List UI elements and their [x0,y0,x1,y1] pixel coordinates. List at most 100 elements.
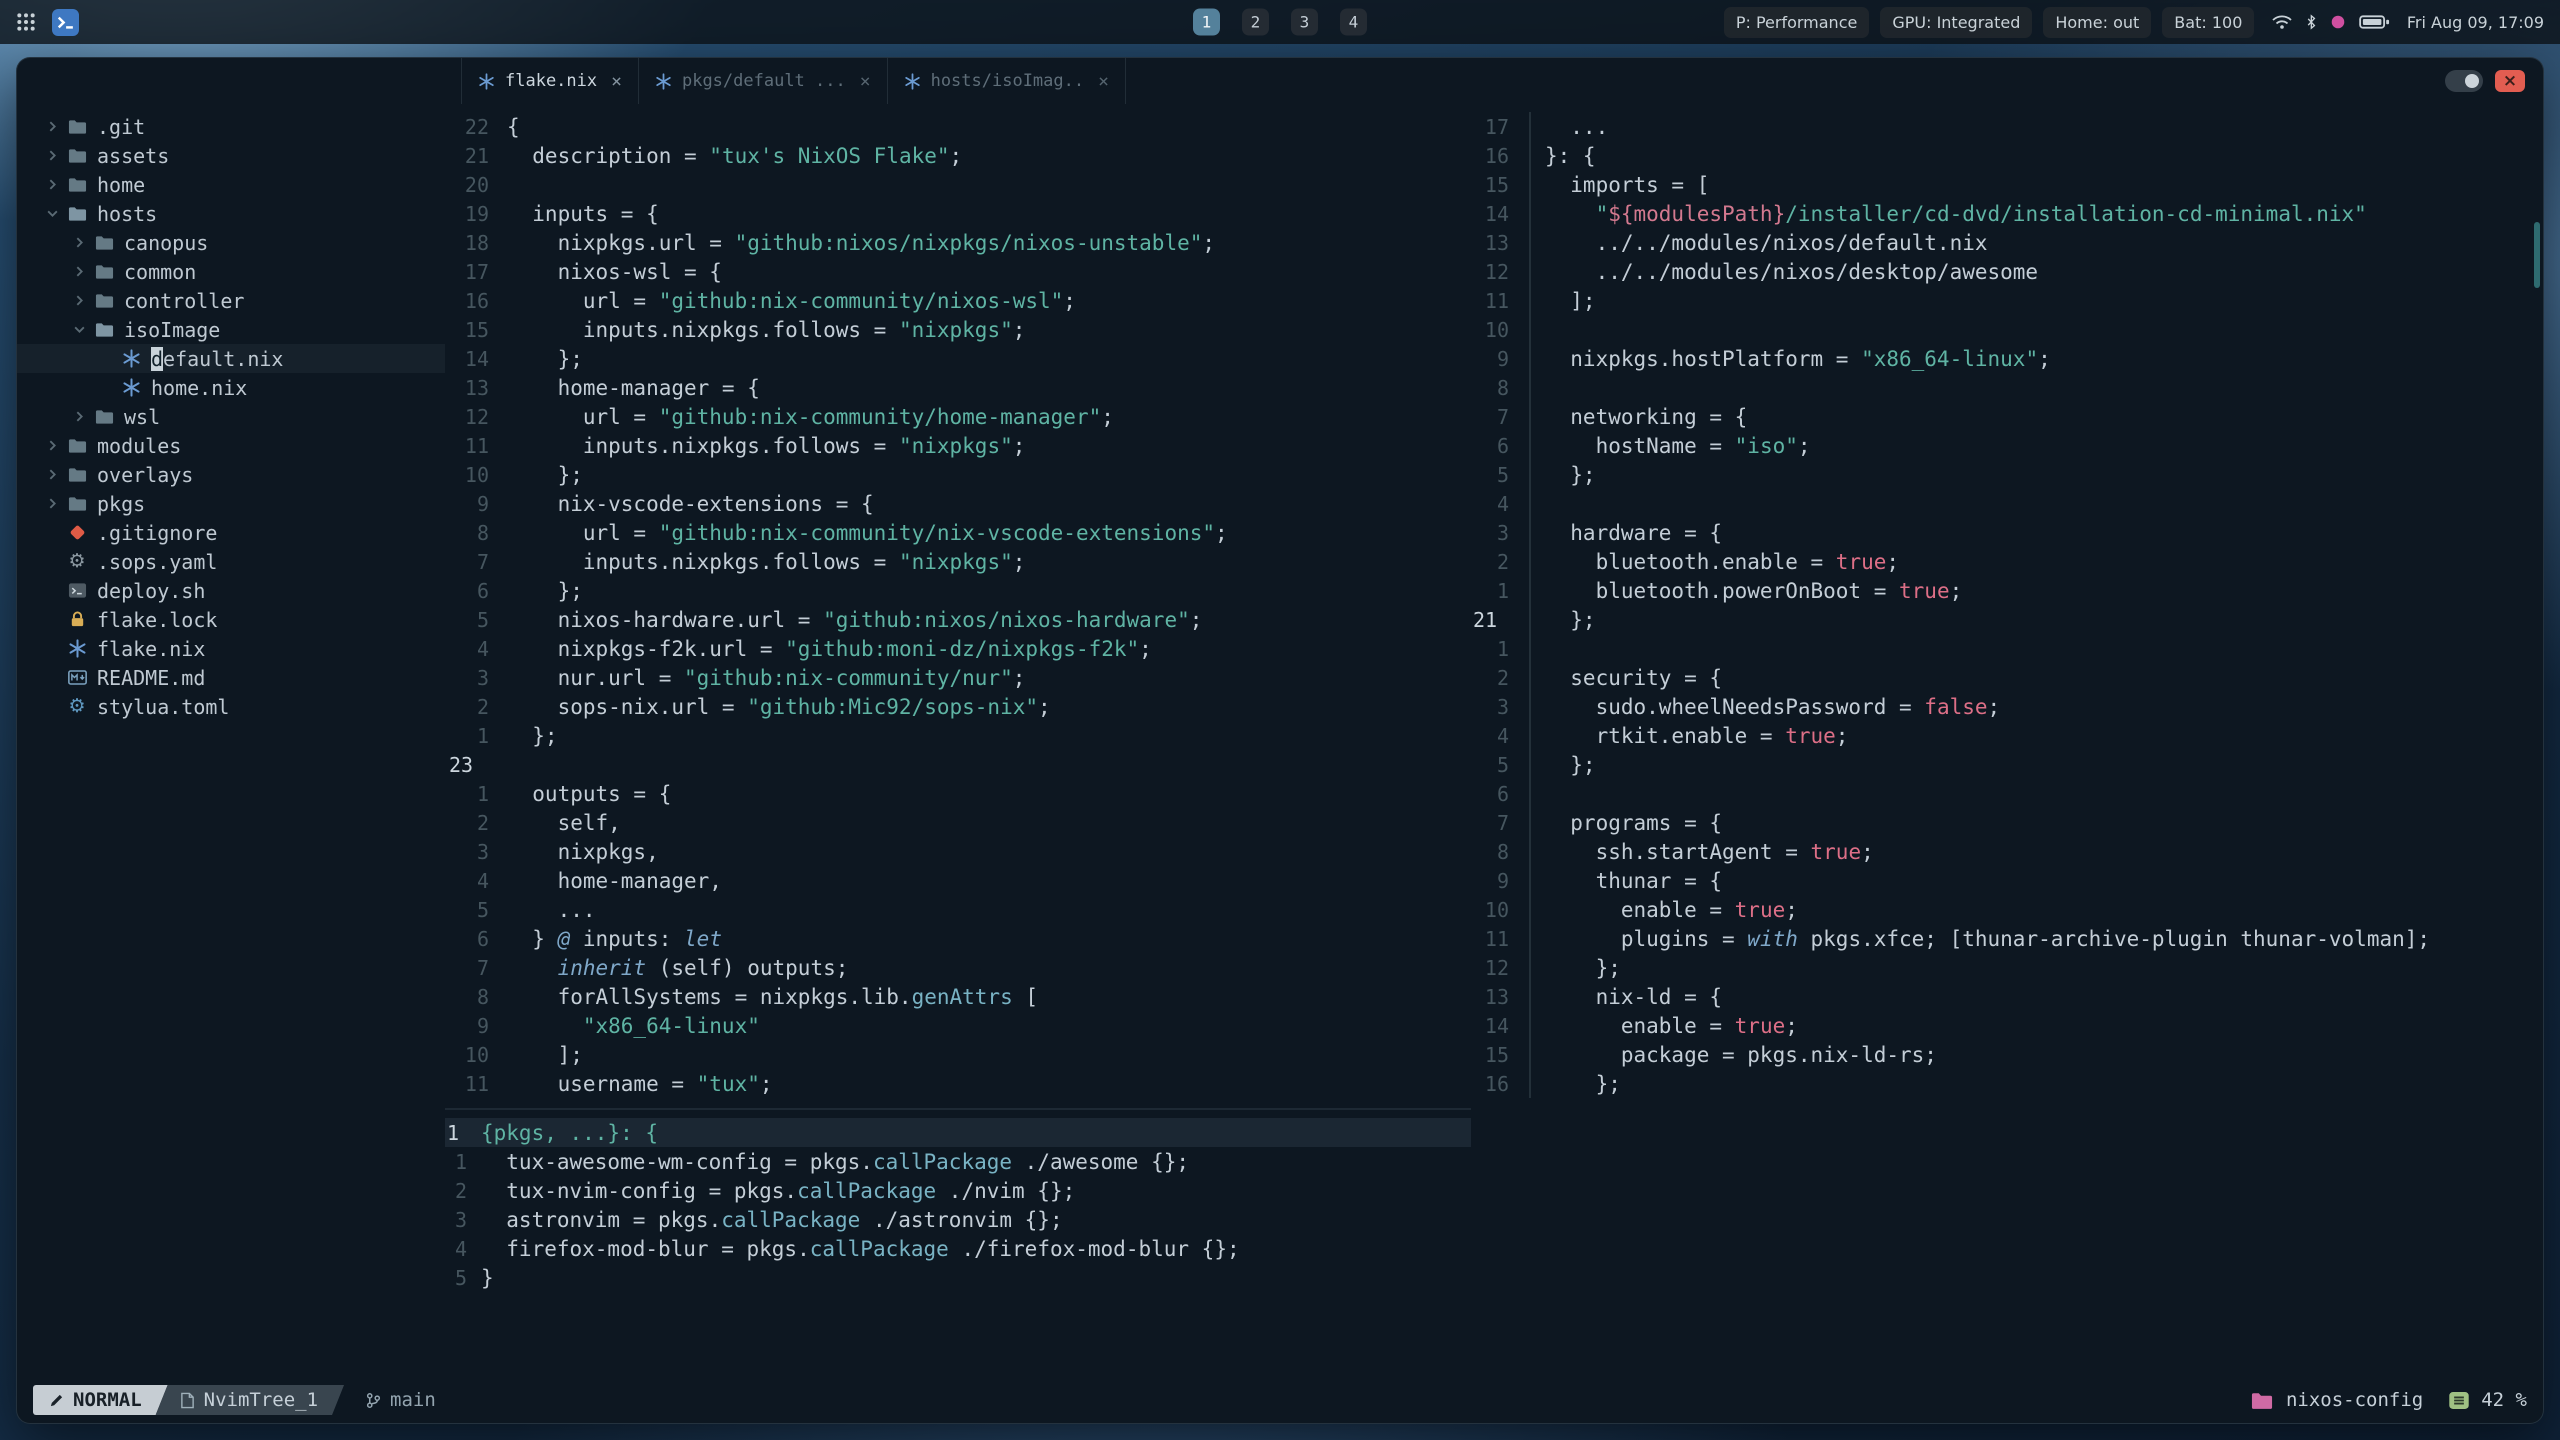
code-line[interactable]: 6 [1471,779,2543,808]
toggle-button[interactable] [2445,70,2483,92]
file-explorer[interactable]: .git assets home hosts canopus common controll… [17,104,445,1377]
code-line[interactable]: 3 sudo.wheelNeedsPassword = false; [1471,692,2543,721]
code-line[interactable]: 5 }; [1471,460,2543,489]
code-line[interactable]: 9 nix-vscode-extensions = { [445,489,1471,518]
editor-flake-nix[interactable]: 22{21 description = "tux's NixOS Flake";… [445,104,1471,1108]
tree-item-isoimage[interactable]: isoImage [17,315,445,344]
tree-item-pkgs[interactable]: pkgs [17,489,445,518]
code-line[interactable]: 11 plugins = with pkgs.xfce; [thunar-arc… [1471,924,2543,953]
code-line[interactable]: 14 enable = true; [1471,1011,2543,1040]
code-line[interactable]: 1 tux-awesome-wm-config = pkgs. callPacka… [445,1147,1471,1176]
git-branch[interactable]: main [366,1389,436,1411]
workspace-button-2[interactable]: 2 [1242,8,1269,36]
code-line[interactable]: 17 nixos-wsl = { [445,257,1471,286]
tree-item-git[interactable]: .git [17,112,445,141]
code-line[interactable]: 10 enable = true; [1471,895,2543,924]
tab-close-icon[interactable]: × [611,71,622,92]
code-line[interactable]: 13 ../../modules/nixos/default.nix [1471,228,2543,257]
code-line[interactable]: 14 }; [445,344,1471,373]
code-line[interactable]: 15 package = pkgs.nix-ld-rs; [1471,1040,2543,1069]
tree-item-common[interactable]: common [17,257,445,286]
tab-flake-nix[interactable]: flake.nix × [461,58,639,104]
workspace-button-1[interactable]: 1 [1193,8,1220,36]
editor-pkgs-default-nix[interactable]: 1 {pkgs, ...}: {1 tux-awesome-wm-config =… [445,1110,1471,1377]
code-line[interactable]: 23 [445,750,1471,779]
tree-item-modules[interactable]: modules [17,431,445,460]
tab-hosts-isoimag[interactable]: hosts/isoImag.. × [888,58,1126,104]
code-line[interactable]: 4 nixpkgs-f2k.url = "github:moni-dz/nixp… [445,634,1471,663]
code-line[interactable]: 3 nixpkgs, [445,837,1471,866]
code-line[interactable]: 16 }; [1471,1069,2543,1098]
code-line[interactable]: 9 "x86_64-linux" [445,1011,1471,1040]
code-line[interactable]: 13 home-manager = { [445,373,1471,402]
scrollbar-thumb[interactable] [2534,222,2540,288]
tab-close-icon[interactable]: × [860,71,871,92]
code-line[interactable]: 1 bluetooth.powerOnBoot = true; [1471,576,2543,605]
code-line[interactable]: 8 url = "github:nix-community/nix-vscode… [445,518,1471,547]
code-line[interactable]: 17 ... [1471,112,2543,141]
code-line[interactable]: 2 security = { [1471,663,2543,692]
tree-item-wsl[interactable]: wsl [17,402,445,431]
code-line[interactable]: 2 sops-nix.url = "github:Mic92/sops-nix"… [445,692,1471,721]
tree-item-readme-md[interactable]: README.md [17,663,445,692]
tree-item-sops-yaml[interactable]: ⚙ .sops.yaml [17,547,445,576]
code-line[interactable]: 8 forAllSystems = nixpkgs.lib. genAttrs [ [445,982,1471,1011]
code-line[interactable]: 15 imports = [ [1471,170,2543,199]
code-line[interactable]: 1 outputs = { [445,779,1471,808]
code-line[interactable]: 4 firefox-mod-blur = pkgs. callPackage ./… [445,1234,1471,1263]
tree-item-overlays[interactable]: overlays [17,460,445,489]
code-line[interactable]: 2 bluetooth.enable = true; [1471,547,2543,576]
workspace-button-3[interactable]: 3 [1291,8,1318,36]
code-line[interactable]: 1 }; [445,721,1471,750]
code-line[interactable]: 4 rtkit.enable = true; [1471,721,2543,750]
code-line[interactable]: 12 url = "github:nix-community/home-mana… [445,402,1471,431]
code-line[interactable]: 18 nixpkgs.url = "github:nixos/nixpkgs/n… [445,228,1471,257]
code-line[interactable]: 13 nix-ld = { [1471,982,2543,1011]
code-line[interactable]: 1 {pkgs, ...}: { [445,1118,1471,1147]
window-close-button[interactable]: × [2495,70,2525,92]
terminal-app-icon[interactable] [52,8,79,36]
tree-item-stylua-toml[interactable]: ⚙ stylua.toml [17,692,445,721]
tree-item-hosts[interactable]: hosts [17,199,445,228]
code-line[interactable]: 21 description = "tux's NixOS Flake"; [445,141,1471,170]
tree-item-assets[interactable]: assets [17,141,445,170]
code-line[interactable]: 6 } @ inputs: let [445,924,1471,953]
code-line[interactable]: 2 self, [445,808,1471,837]
tree-item-default-nix[interactable]: default.nix [17,344,445,373]
tree-item-deploy-sh[interactable]: deploy.sh [17,576,445,605]
code-line[interactable]: 2 tux-nvim-config = pkgs. callPackage ./n… [445,1176,1471,1205]
code-line[interactable]: 8 ssh.startAgent = true; [1471,837,2543,866]
code-line[interactable]: 11 inputs.nixpkgs.follows = "nixpkgs"; [445,431,1471,460]
code-line[interactable]: 7 programs = { [1471,808,2543,837]
code-line[interactable]: 20 [445,170,1471,199]
editor-hosts-isoimage-default-nix[interactable]: 17 ... 16}: {15 imports = [14 " ${modulesP… [1471,104,2543,1377]
code-line[interactable]: 1 [1471,634,2543,663]
code-line[interactable]: 8 [1471,373,2543,402]
tree-item-flake-nix[interactable]: flake.nix [17,634,445,663]
tab-close-icon[interactable]: × [1098,71,1109,92]
code-line[interactable]: 16}: { [1471,141,2543,170]
tree-item-canopus[interactable]: canopus [17,228,445,257]
code-line[interactable]: 19 inputs = { [445,199,1471,228]
code-line[interactable]: 9 nixpkgs.hostPlatform = "x86_64-linux"; [1471,344,2543,373]
code-line[interactable]: 5 nixos-hardware.url = "github:nixos/nix… [445,605,1471,634]
code-line[interactable]: 9 thunar = { [1471,866,2543,895]
code-line[interactable]: 11 ]; [1471,286,2543,315]
code-line[interactable]: 14 " ${modulesPath}/installer/cd-dvd/inst… [1471,199,2543,228]
code-line[interactable]: 3 nur.url = "github:nix-community/nur"; [445,663,1471,692]
code-line[interactable]: 11 username = "tux"; [445,1069,1471,1098]
code-line[interactable]: 12 ../../modules/nixos/desktop/awesome [1471,257,2543,286]
code-line[interactable]: 6 hostName = "iso"; [1471,431,2543,460]
code-line[interactable]: 10 ]; [445,1040,1471,1069]
code-line[interactable]: 15 inputs.nixpkgs.follows = "nixpkgs"; [445,315,1471,344]
workspace-button-4[interactable]: 4 [1340,8,1367,36]
tree-item-home[interactable]: home [17,170,445,199]
code-line[interactable]: 6 }; [445,576,1471,605]
tree-item-flake-lock[interactable]: flake.lock [17,605,445,634]
tab-pkgs-default[interactable]: pkgs/default ... × [639,58,888,104]
code-line[interactable]: 4 [1471,489,2543,518]
code-line[interactable]: 16 url = "github:nix-community/nixos-wsl… [445,286,1471,315]
buffer-indicator[interactable]: NvimTree_1 [156,1385,344,1415]
tree-item-home-nix[interactable]: home.nix [17,373,445,402]
code-line[interactable]: 5 }; [1471,750,2543,779]
